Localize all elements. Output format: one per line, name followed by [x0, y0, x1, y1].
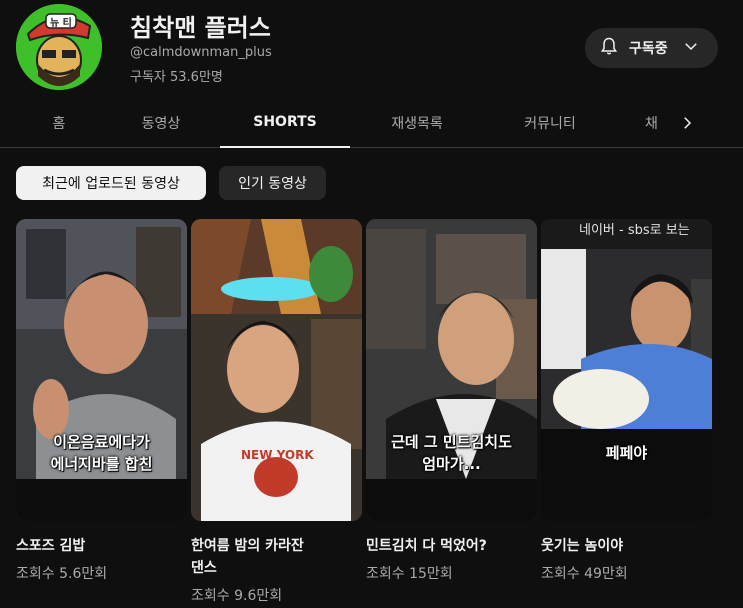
- short-card[interactable]: 네이버 - sbs로 보는 페페야 웃기는 놈이야 조회수 49만회: [541, 219, 712, 583]
- subscriber-count: 구독자 53.6만명: [130, 70, 223, 85]
- caption-line: 페페야: [605, 444, 648, 462]
- short-card[interactable]: 근데 그 민트김치도 엄마가... 민트김치 다 먹었어? 조회수 15만회: [366, 219, 537, 583]
- short-card[interactable]: NEW YORK 한여름 밤의 카라잔 댄스 조회수 9.6만회: [191, 219, 362, 605]
- short-caption: 근데 그 민트김치도 엄마가...: [366, 431, 537, 475]
- short-title[interactable]: 스포즈 김밥: [16, 535, 187, 557]
- short-views: 조회수 9.6만회: [191, 588, 283, 604]
- tab-shorts[interactable]: SHORTS: [220, 98, 350, 148]
- subscribed-button[interactable]: 구독중: [585, 28, 718, 68]
- title-line: 웃기는 놈이야: [541, 538, 624, 554]
- short-title[interactable]: 한여름 밤의 카라잔 댄스: [191, 535, 362, 579]
- channel-avatar[interactable]: 뉴 티: [16, 4, 102, 90]
- short-caption: 페페야: [541, 442, 712, 464]
- tab-channels[interactable]: 채: [645, 98, 665, 148]
- channel-handle: @calmdownman_plus: [130, 45, 272, 60]
- short-views: 조회수 49만회: [541, 566, 628, 582]
- title-line: 민트김치 다 먹었어?: [366, 538, 487, 554]
- title-line: 스포즈 김밥: [16, 538, 86, 554]
- subscribed-label: 구독중: [629, 41, 668, 57]
- channel-tabs: 홈 동영상 SHORTS 재생목록 커뮤니티 채: [0, 98, 743, 148]
- caption-line: 엄마가...: [422, 455, 481, 473]
- short-card[interactable]: 이온음료에다가 에너지바를 합친 스포즈 김밥 조회수 5.6만회: [16, 219, 187, 583]
- chevron-down-icon: [682, 37, 700, 59]
- thumbnail-overlay-text: 네이버 - sbs로 보는: [579, 223, 690, 238]
- svg-text:NEW YORK: NEW YORK: [241, 448, 314, 462]
- short-thumbnail[interactable]: 이온음료에다가 에너지바를 합친: [16, 219, 187, 521]
- short-caption: 이온음료에다가 에너지바를 합친: [16, 431, 187, 475]
- caption-line: 에너지바를 합친: [50, 455, 153, 473]
- channel-header: 뉴 티 침착맨 플러스 @calmdownman_plus 구독자 53.6만명…: [0, 0, 743, 98]
- short-views: 조회수 15만회: [366, 566, 453, 582]
- short-thumbnail[interactable]: NEW YORK: [191, 219, 362, 521]
- title-line: 댄스: [191, 560, 217, 576]
- bell-icon: [599, 36, 619, 60]
- short-thumbnail[interactable]: 네이버 - sbs로 보는 페페야: [541, 219, 712, 521]
- short-thumbnail[interactable]: 근데 그 민트김치도 엄마가...: [366, 219, 537, 521]
- chip-popular[interactable]: 인기 동영상: [219, 166, 326, 200]
- tab-videos[interactable]: 동영상: [122, 98, 200, 148]
- short-title[interactable]: 웃기는 놈이야: [541, 535, 712, 557]
- caption-line: 이온음료에다가: [53, 433, 150, 451]
- short-views: 조회수 5.6만회: [16, 566, 108, 582]
- title-line: 한여름 밤의 카라잔: [191, 538, 304, 554]
- avatar-logo-text: 뉴 티: [50, 18, 72, 29]
- chip-recent-uploads[interactable]: 최근에 업로드된 동영상: [16, 166, 206, 200]
- chevron-right-icon[interactable]: [672, 108, 702, 138]
- tab-playlists[interactable]: 재생목록: [372, 98, 462, 148]
- caption-line: 근데 그 민트김치도: [391, 433, 512, 451]
- short-title[interactable]: 민트김치 다 먹었어?: [366, 535, 537, 557]
- channel-title: 침착맨 플러스: [130, 14, 271, 42]
- tab-home[interactable]: 홈: [20, 98, 98, 148]
- tab-community[interactable]: 커뮤니티: [500, 98, 600, 148]
